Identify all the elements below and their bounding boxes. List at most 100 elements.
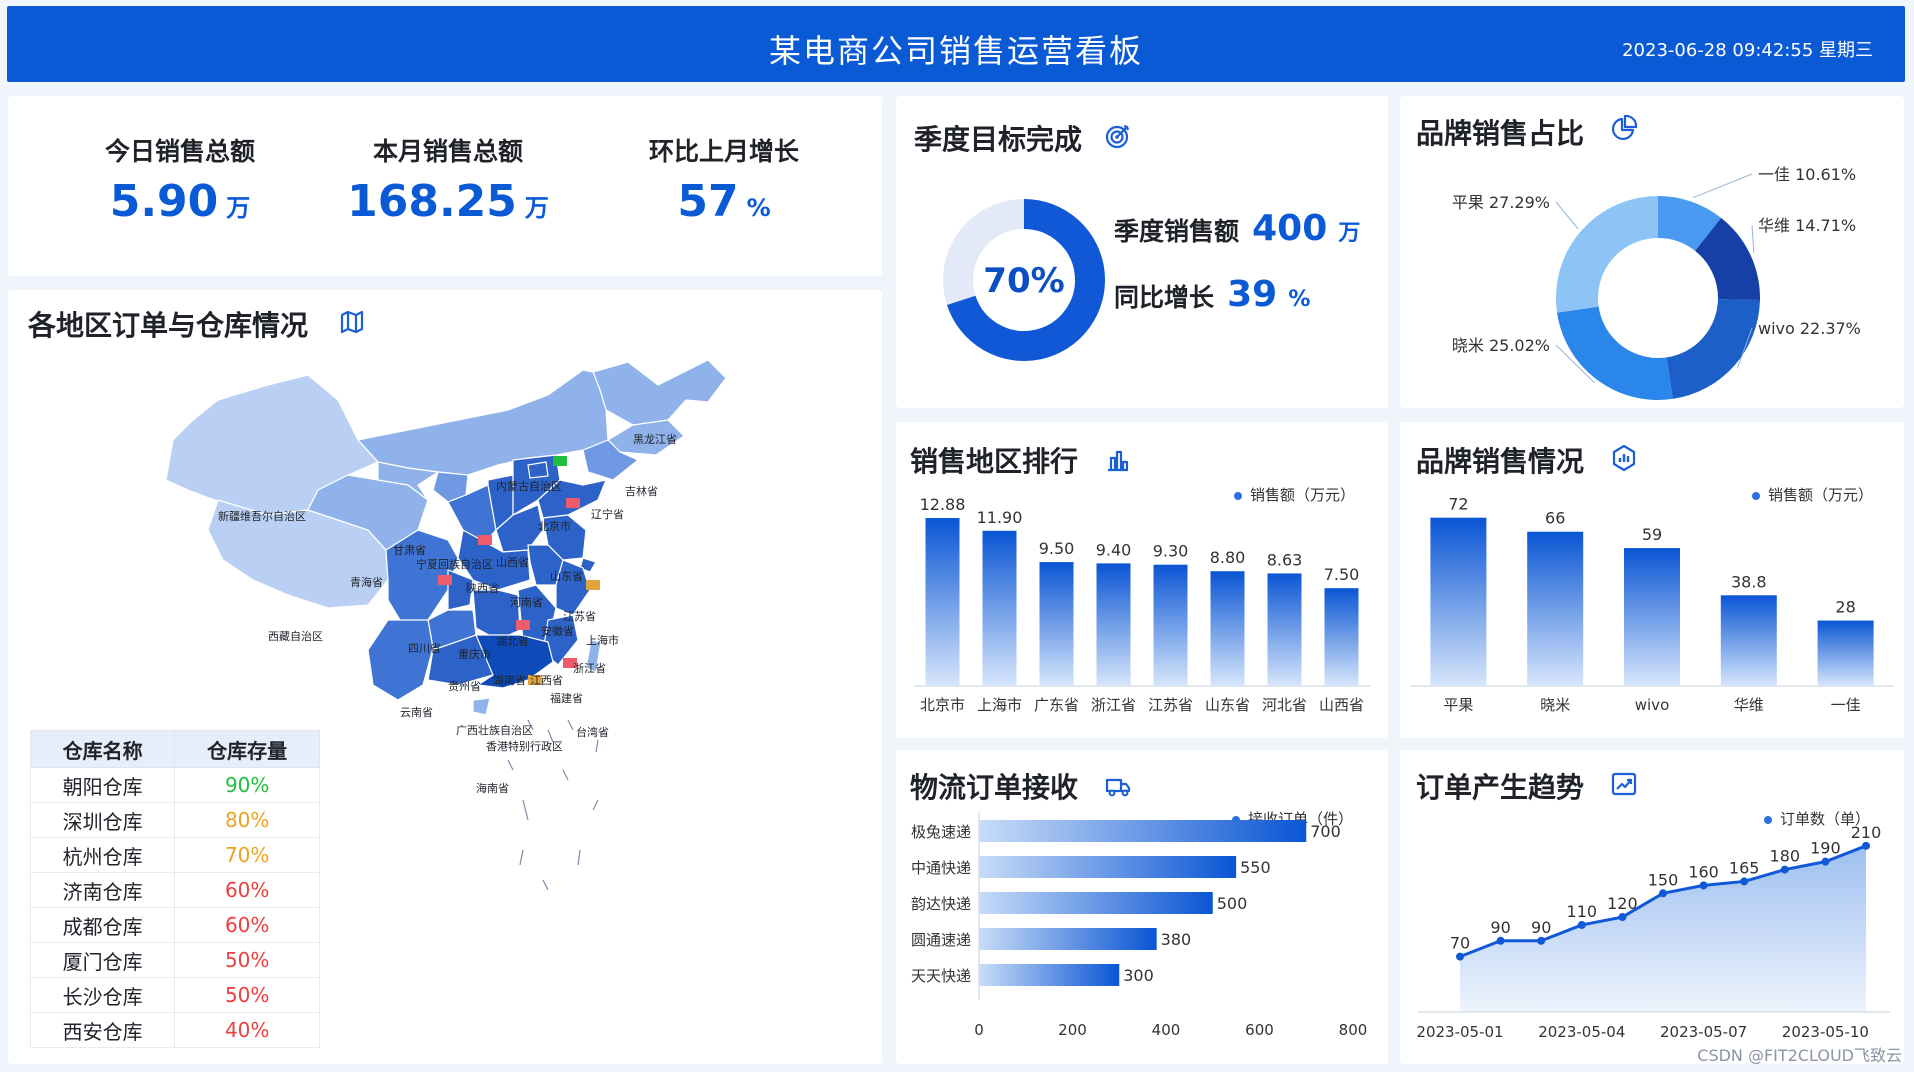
x-tick-label: 晓米 [1540,696,1570,714]
bar-value-label: 550 [1240,858,1271,877]
flag-changsha[interactable] [516,620,530,630]
logistics-chart: 700 极兔速递 550 中通快递 500 韵达快递 380 圆通速递 300 天天快递 0 200 4… [911,812,1368,1039]
x-tick-label: 一佳 [1831,696,1861,714]
header-bar: 某电商公司销售运营看板 2023-06-28 09:42:55 星期三 [7,6,1905,82]
bar[interactable] [979,964,1120,986]
bar[interactable] [1210,571,1245,686]
bar-value-label: 28 [1835,598,1855,617]
province-neimenggu[interactable] [356,369,609,476]
kpi-number: 5.90 [109,176,219,227]
pie-slice-label: 华维 14.71% [1758,216,1856,235]
warehouse-name: 深圳仓库 [29,802,176,838]
quarter-growth: 同比增长 39 % [1114,274,1310,315]
quarter-sales-value: 400 [1252,208,1328,249]
bar[interactable] [979,928,1157,950]
pie-slice[interactable] [1556,196,1658,313]
trend-panel: 订单产生趋势 订单数（单） 70 90 90 110 120 150 160 165 180 19… [1400,750,1904,1064]
kpi-number: 57 [677,176,739,227]
province-beijing[interactable] [527,461,549,479]
bar-value-label: 72 [1448,495,1468,514]
warehouse-name: 厦门仓库 [29,942,176,978]
pie-slice-label: 一佳 10.61% [1758,165,1856,184]
bar[interactable] [925,518,960,686]
x-tick-label: 200 [1058,1021,1087,1039]
trend-point[interactable] [1862,841,1870,850]
province-label: 台湾省 [576,725,609,739]
quarter-panel: 季度目标完成 70% 季度销售额 400 万 同比增长 39 % [896,96,1388,408]
table-row: 厦门仓库 50% [29,942,320,978]
warehouse-stock: 50% [174,942,320,978]
warehouse-stock: 50% [174,977,320,1013]
kpi-number: 168.25 [347,176,517,227]
flag-xian[interactable] [478,535,492,545]
province-label: 吉林省 [625,484,658,498]
province-heilongjiang[interactable] [592,359,727,426]
pie-slice-label: wivo 22.37% [1758,319,1861,338]
province-hainan[interactable] [472,697,491,716]
flag-chaoyang[interactable] [553,456,567,466]
warehouse-name: 杭州仓库 [29,837,176,873]
flag-jinan[interactable] [566,498,580,508]
trend-point[interactable] [1699,881,1708,890]
trend-chart: 70 90 90 110 120 150 160 165 180 190 210 2023-05-01… [1416,823,1890,1041]
table-row: 深圳仓库 80% [29,802,320,838]
bar[interactable] [1720,595,1777,686]
brand-sales-chart: 72 平果 66 晓米 59 wivo 38.8 华维 28 一佳 [1410,495,1894,714]
province-label: 辽宁省 [591,507,624,521]
pie-label-line [1692,173,1753,199]
pie-slice[interactable] [1557,306,1673,401]
flag-hangzhou[interactable] [586,580,600,590]
kpi-label-month: 本月销售总额 [372,137,523,166]
province-label: 北京市 [538,519,571,533]
province-label: 江西省 [530,674,563,687]
kpi-value-today: 5.90 万 [50,176,310,227]
flag-chengdu[interactable] [438,575,452,585]
bar-value-label: 11.90 [977,508,1023,527]
page-title: 某电商公司销售运营看板 [768,32,1143,70]
bar[interactable] [1624,548,1680,686]
bar[interactable] [1096,563,1131,686]
quarter-donut: 70% [943,199,1105,361]
warehouse-name: 成都仓库 [29,907,176,943]
quarter-growth-value: 39 [1227,274,1278,315]
bar[interactable] [1324,588,1359,686]
bar[interactable] [979,892,1213,914]
table-row: 西安仓库 40% [29,1012,320,1048]
bar[interactable] [1267,573,1302,686]
trend-point[interactable] [1456,952,1464,961]
bar[interactable] [982,530,1017,686]
bar[interactable] [1527,531,1584,686]
trend-point[interactable] [1821,857,1830,866]
trend-point[interactable] [1780,865,1789,874]
province-label: 香港特别行政区 [486,739,563,753]
bar[interactable] [1430,517,1487,686]
trend-point[interactable] [1659,889,1667,898]
kpi-value-growth: 57% [594,176,854,227]
watermark: CSDN @FIT2CLOUD飞致云 [1697,1046,1902,1065]
bar[interactable] [979,856,1237,878]
pie-label-line [1751,224,1755,253]
bar[interactable] [979,820,1307,842]
y-tick-label: 天天快递 [911,967,971,985]
pie-slice[interactable] [1666,299,1760,399]
trend-point[interactable] [1537,936,1546,945]
pie-label-line [1555,201,1579,229]
bar[interactable] [1817,620,1874,686]
x-tick-label: 800 [1339,1021,1368,1039]
region-rank-chart: 12.88 北京市 11.90 上海市 9.50 广东省 9.40 浙江省 9.30 江苏省 8.8… [914,495,1370,714]
trend-point[interactable] [1496,936,1505,945]
trend-point[interactable] [1577,920,1586,929]
trend-point[interactable] [1618,913,1627,922]
kpi-label-today: 今日销售总额 [104,137,255,166]
bar-value-label: 500 [1217,894,1248,913]
warehouse-stock: 60% [174,907,320,943]
trend-point[interactable] [1740,877,1749,886]
x-tick-label: 北京市 [920,696,965,714]
bar[interactable] [1039,562,1074,686]
x-tick-label: wivo [1635,696,1670,714]
bar[interactable] [1153,564,1188,686]
warehouse-stock: 60% [174,872,320,908]
x-tick-label: 2023-05-01 [1416,1023,1503,1041]
y-tick-label: 中通快递 [911,859,971,877]
province-yunnan[interactable] [367,619,434,701]
